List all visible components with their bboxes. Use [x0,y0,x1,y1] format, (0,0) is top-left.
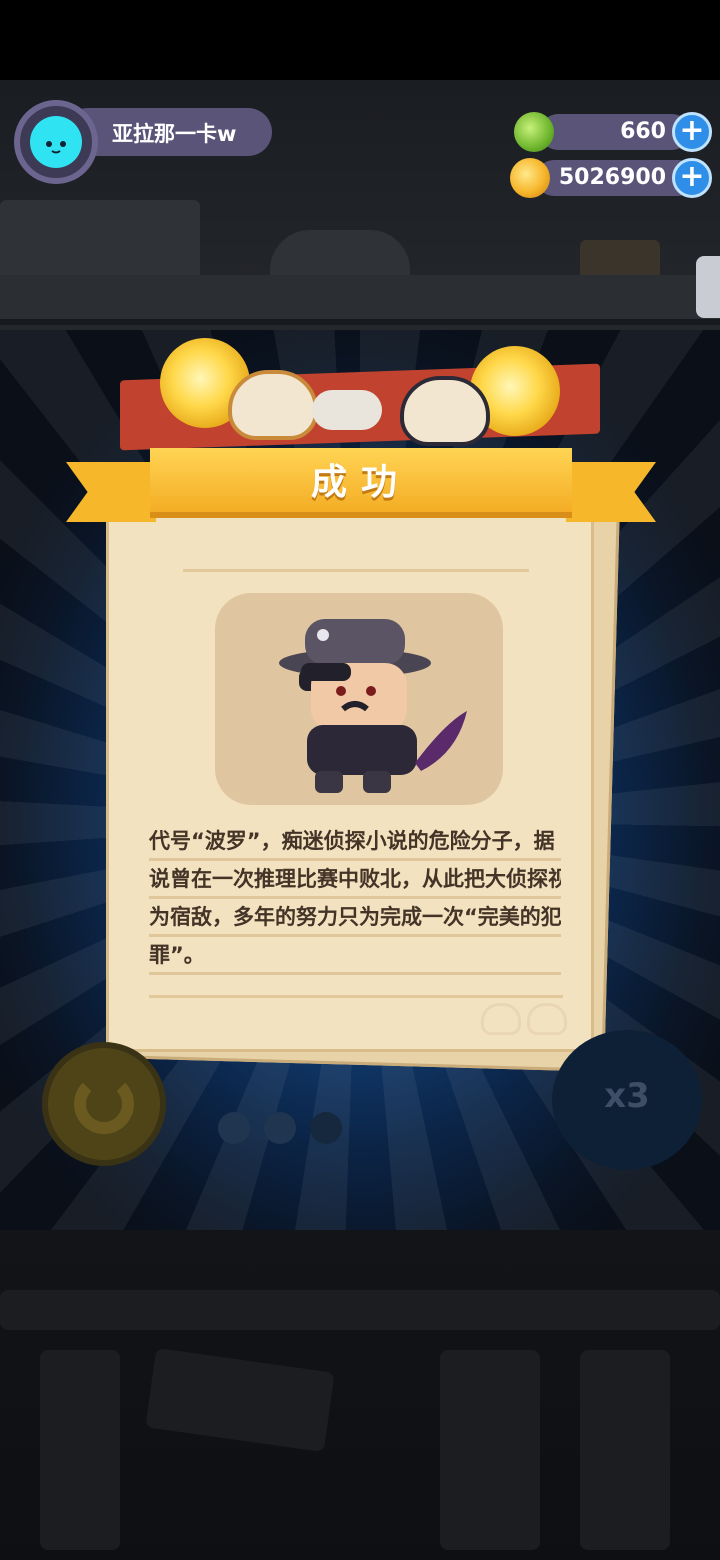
description-line: 说曾在一次推理比赛中败北，从此把大侦探视 [149,861,561,899]
floor-book [145,1347,335,1453]
green-gem-count: 660 [620,119,666,144]
side-drawer-tab[interactable] [696,256,720,318]
add-gold-coin-button[interactable]: + [672,158,712,198]
shelf-board [0,275,720,325]
cat-stamp-icon [481,1003,521,1035]
shelf-box [580,240,660,280]
progress-dot [310,1112,342,1144]
player-profile[interactable]: 亚拉那一卡w [14,100,272,184]
cat-trumpeter-left-icon [228,370,318,440]
cat-stamp-icon [527,1003,567,1035]
floor-book [580,1350,670,1550]
floor-book [40,1350,120,1550]
currency-green: 660 + [514,112,712,152]
floor-strip [0,1290,720,1330]
cat-face-icon [30,116,82,168]
gold-planet-icon [510,158,550,198]
restart-button[interactable] [42,1042,166,1166]
speed-label: x3 [604,1076,650,1116]
cloud-puff-icon [312,390,382,430]
green-coin-icon [514,112,554,152]
portrait-frame [215,593,503,805]
currency-gold: 5026900 + [510,158,712,198]
add-green-gem-button[interactable]: + [672,112,712,152]
cat-trumpeter-right-icon [400,376,490,446]
currency-bar [540,114,690,150]
divider [183,569,529,572]
floor-area [0,1230,720,1560]
description-line: 为宿敌，多年的努力只为完成一次“完美的犯 [149,899,561,937]
speed-button[interactable]: x3 [552,1030,702,1170]
success-card: 代号“波罗”，痴迷侦探小说的危险分子，据 说曾在一次推理比赛中败北，从此把大侦探… [106,500,594,1052]
restart-icon [74,1074,134,1134]
gold-coin-count: 5026900 [558,165,666,190]
avatar[interactable] [14,100,98,184]
progress-dot [264,1112,296,1144]
status-bar-area [0,0,720,80]
title-banner: 成功 [150,448,572,518]
floor-book [440,1350,540,1550]
description-line: 罪”。 [149,937,561,975]
shelf-book [0,200,200,280]
description-line: 代号“波罗”，痴迷侦探小说的危险分子，据 [149,823,561,861]
modal-title: 成功 [310,462,411,503]
progress-dot [218,1112,250,1144]
player-name: 亚拉那一卡w [112,122,237,146]
detective-character-icon [279,619,467,793]
description: 代号“波罗”，痴迷侦探小说的危险分子，据 说曾在一次推理比赛中败北，从此把大侦探… [149,823,561,975]
divider [149,995,563,998]
